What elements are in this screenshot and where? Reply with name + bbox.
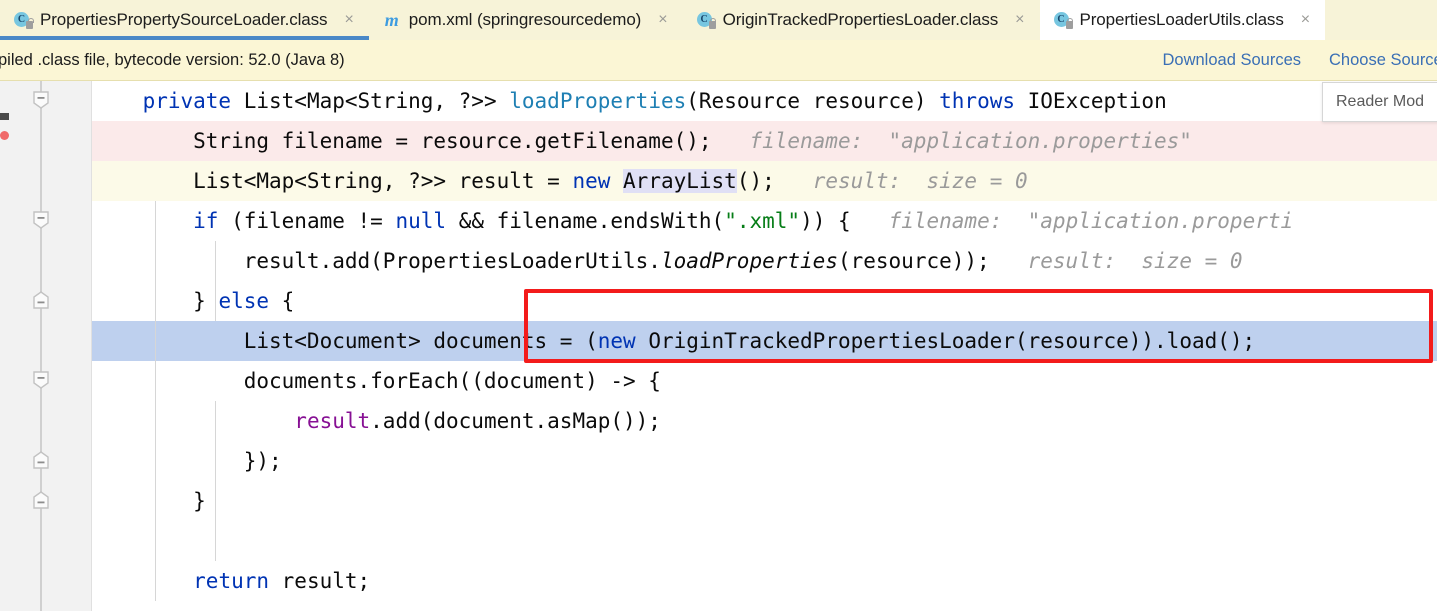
code-token: }); bbox=[92, 449, 282, 473]
reader-mode-hint-panel[interactable]: Reader Mod bbox=[1322, 82, 1437, 122]
code-line[interactable]: result.add(PropertiesLoaderUtils.loadPro… bbox=[92, 241, 1437, 281]
gutter-fold-rail bbox=[40, 81, 42, 611]
code-line[interactable]: result.add(document.asMap()); bbox=[92, 401, 1437, 441]
code-token: loadProperties bbox=[660, 249, 838, 273]
code-token: result: size = 0 bbox=[774, 169, 1028, 193]
code-token: (); bbox=[736, 169, 775, 193]
fold-collapse-end-icon[interactable] bbox=[33, 291, 49, 309]
code-token: List<Document> documents = ( bbox=[92, 329, 598, 353]
code-token: result; bbox=[269, 569, 371, 593]
code-token: (resource)); bbox=[837, 249, 990, 273]
code-line[interactable]: } bbox=[92, 481, 1437, 521]
editor-gutter[interactable] bbox=[12, 81, 92, 611]
code-token: if bbox=[193, 209, 219, 233]
code-token: null bbox=[395, 209, 447, 233]
code-token: else bbox=[218, 289, 270, 313]
code-token: } bbox=[92, 289, 219, 313]
error-marker-icon[interactable] bbox=[0, 113, 9, 120]
code-content[interactable]: private List<Map<String, ?>> loadPropert… bbox=[92, 81, 1437, 611]
editor-tab-3[interactable]: C PropertiesLoaderUtils.class × bbox=[1039, 0, 1326, 40]
fold-collapse-expanded-icon[interactable] bbox=[33, 371, 49, 389]
code-token: String filename = resource.getFilename()… bbox=[92, 129, 712, 153]
close-icon[interactable]: × bbox=[655, 10, 670, 30]
code-token: result bbox=[294, 409, 371, 433]
editor-tab-2[interactable]: C OriginTrackedPropertiesLoader.class × bbox=[682, 0, 1040, 40]
code-token: { bbox=[269, 289, 295, 313]
code-token: filename: "application.properti bbox=[850, 209, 1294, 233]
lock-icon bbox=[26, 18, 34, 29]
code-token: OriginTrackedPropertiesLoader(resource))… bbox=[635, 329, 1256, 353]
code-line[interactable]: List<Map<String, ?>> result = new ArrayL… bbox=[92, 161, 1437, 201]
code-token: && filename.endsWith( bbox=[446, 209, 725, 233]
code-line[interactable]: String filename = resource.getFilename()… bbox=[92, 121, 1437, 161]
close-icon[interactable]: × bbox=[1298, 10, 1313, 30]
code-token: (Resource resource) bbox=[686, 89, 940, 113]
code-token: new bbox=[572, 169, 611, 193]
code-token: )) { bbox=[800, 209, 851, 233]
fold-collapse-expanded-icon[interactable] bbox=[33, 211, 49, 229]
code-token: ArrayList bbox=[623, 169, 737, 193]
fold-collapse-expanded-icon[interactable] bbox=[33, 91, 49, 109]
code-editor[interactable]: private List<Map<String, ?>> loadPropert… bbox=[0, 81, 1437, 611]
fold-collapse-end-icon[interactable] bbox=[33, 491, 49, 509]
code-line[interactable]: private List<Map<String, ?>> loadPropert… bbox=[92, 81, 1437, 121]
code-token: List<Map<String, ?>> bbox=[231, 89, 510, 113]
editor-tab-label: pom.xml (springresourcedemo) bbox=[408, 10, 642, 29]
code-token: IOException bbox=[1015, 89, 1167, 113]
download-sources-link[interactable]: Download Sources bbox=[1163, 51, 1302, 70]
close-icon[interactable]: × bbox=[341, 10, 356, 30]
choose-sources-link[interactable]: Choose Sources bbox=[1329, 51, 1437, 70]
java-class-decompiled-icon: C bbox=[1053, 11, 1073, 29]
lock-icon bbox=[1065, 18, 1073, 29]
code-token: result.add(PropertiesLoaderUtils. bbox=[92, 249, 661, 273]
code-token: throws bbox=[939, 89, 1015, 113]
code-line[interactable]: List<Document> documents = (new OriginTr… bbox=[92, 321, 1437, 361]
editor-tab-1[interactable]: m pom.xml (springresourcedemo) × bbox=[368, 0, 683, 40]
code-token: result: size = 0 bbox=[989, 249, 1243, 273]
error-marker-strip[interactable] bbox=[0, 81, 12, 611]
close-icon[interactable]: × bbox=[1012, 10, 1027, 30]
maven-pom-icon: m bbox=[384, 10, 399, 30]
editor-tab-label: OriginTrackedPropertiesLoader.class bbox=[722, 10, 999, 29]
code-line[interactable]: return result; bbox=[92, 561, 1437, 601]
code-token: .add(document.asMap()); bbox=[370, 409, 661, 433]
editor-tab-label: PropertiesPropertySourceLoader.class bbox=[40, 10, 328, 29]
fold-collapse-end-icon[interactable] bbox=[33, 451, 49, 469]
banner-actions: Download Sources Choose Sources bbox=[1163, 51, 1437, 70]
error-marker-icon[interactable] bbox=[0, 131, 9, 140]
editor-tab-label: PropertiesLoaderUtils.class bbox=[1079, 10, 1284, 29]
code-token: filename: "application.properties" bbox=[711, 129, 1192, 153]
code-token: List<Map<String, ?>> result = bbox=[92, 169, 573, 193]
decompiled-class-notification-banner: piled .class file, bytecode version: 52.… bbox=[0, 40, 1437, 81]
code-token: private bbox=[142, 89, 232, 113]
banner-message: piled .class file, bytecode version: 52.… bbox=[0, 50, 345, 69]
java-class-decompiled-icon: C bbox=[696, 11, 717, 29]
reader-mode-label: Reader Mod bbox=[1336, 93, 1425, 110]
java-class-decompiled-icon: C bbox=[14, 11, 34, 29]
code-token: new bbox=[597, 329, 636, 353]
intellij-editor-window: C PropertiesPropertySourceLoader.class × m p… bbox=[0, 0, 1437, 611]
code-line[interactable] bbox=[92, 521, 1437, 561]
editor-tab-0[interactable]: C PropertiesPropertySourceLoader.class × bbox=[0, 0, 369, 40]
code-line[interactable]: } else { bbox=[92, 281, 1437, 321]
editor-tab-bar: C PropertiesPropertySourceLoader.class × m p… bbox=[0, 0, 1437, 40]
code-token: } bbox=[92, 489, 206, 513]
lock-icon bbox=[708, 18, 717, 29]
code-token: loadProperties bbox=[509, 89, 687, 113]
code-token: return bbox=[193, 569, 270, 593]
code-line[interactable]: }); bbox=[92, 441, 1437, 481]
code-line[interactable]: documents.forEach((document) -> { bbox=[92, 361, 1437, 401]
code-token: (filename != bbox=[218, 209, 396, 233]
code-line[interactable]: if (filename != null && filename.endsWit… bbox=[92, 201, 1437, 241]
code-token: documents.forEach((document) -> { bbox=[92, 369, 661, 393]
code-token: ".xml" bbox=[724, 209, 801, 233]
